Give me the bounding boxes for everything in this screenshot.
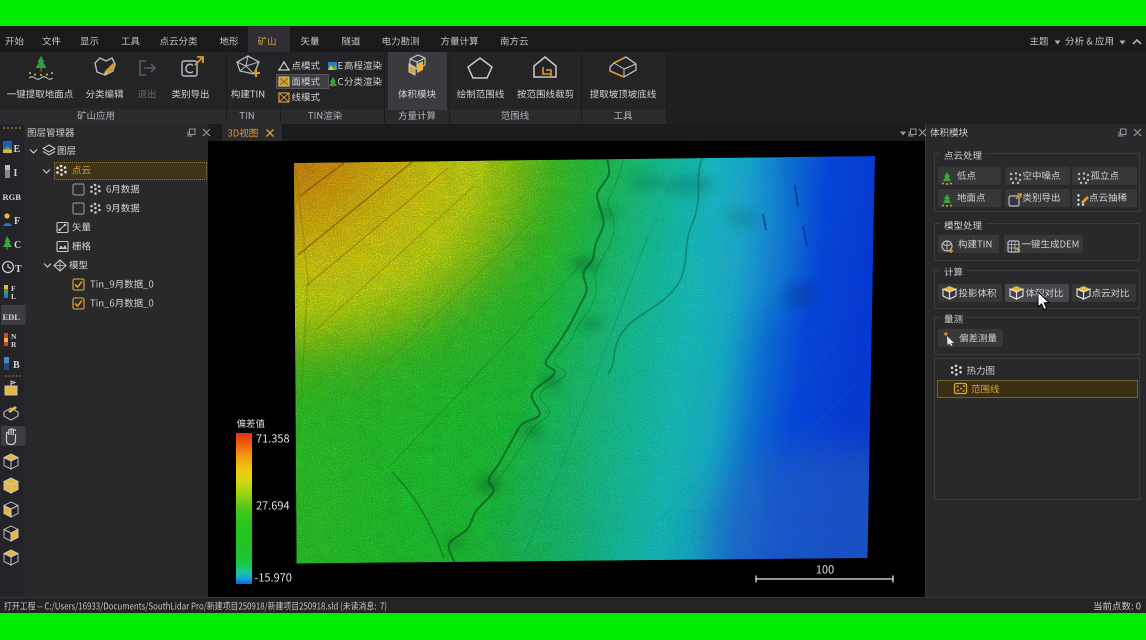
svg-text:B: B bbox=[13, 360, 20, 371]
svg-text:C: C bbox=[14, 240, 21, 251]
svg-text:EDL: EDL bbox=[3, 312, 21, 322]
svg-text:I: I bbox=[14, 168, 18, 179]
svg-text:R: R bbox=[11, 340, 17, 348]
svg-text:T: T bbox=[15, 264, 22, 275]
svg-text:L: L bbox=[11, 292, 16, 300]
svg-text:E: E bbox=[14, 144, 21, 155]
svg-text:RGB: RGB bbox=[3, 192, 22, 202]
svg-text:F: F bbox=[14, 216, 20, 227]
